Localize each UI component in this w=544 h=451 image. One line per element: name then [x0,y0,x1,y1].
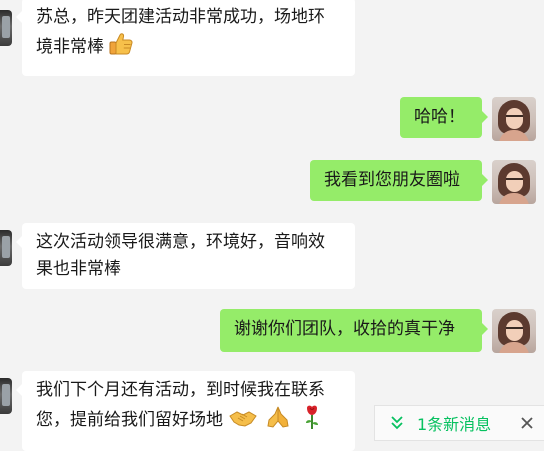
my-avatar[interactable] [492,309,536,353]
message-text: 境非常棒 [36,31,343,66]
message-bubble-received[interactable]: 我们下个月还有活动，到时候我在联系 您，提前给我们留好场地 [16,371,355,451]
close-icon[interactable] [516,412,538,434]
bubble-tail [16,11,22,23]
message-bubble-received[interactable]: 这次活动领导很满意，环境好，音响效 果也非常棒 [16,223,355,289]
message-bubble-sent[interactable]: 哈哈！ [400,97,488,138]
folded-hands-icon [265,404,291,439]
new-message-bar[interactable]: 1条新消息 [374,405,544,441]
bubble-tail [482,111,488,123]
message-text: 果也非常棒 [36,259,121,279]
new-message-label[interactable]: 1条新消息 [417,411,516,435]
bubble-tail [16,384,22,396]
message-text: 谢谢你们团队，收拾的真干净 [234,319,455,339]
my-avatar[interactable] [492,97,536,141]
contact-avatar[interactable] [0,10,12,46]
message-text: 我们下个月还有活动，到时候我在联系 [36,380,325,400]
bubble-tail [16,236,22,248]
contact-avatar[interactable] [0,230,12,266]
message-bubble-sent[interactable]: 我看到您朋友圈啦 [310,160,488,201]
thumbs-up-icon [108,31,134,66]
contact-avatar[interactable] [0,378,12,414]
message-bubble-sent[interactable]: 谢谢你们团队，收拾的真干净 [220,309,488,352]
message-text: 您，提前给我们留好场地 [36,404,343,439]
bubble-tail [482,323,488,335]
handshake-icon [229,406,257,439]
message-text: 我看到您朋友圈啦 [324,170,460,190]
message-text: 这次活动领导很满意，环境好，音响效 [36,232,325,252]
rose-icon [303,404,321,439]
double-chevron-down-icon[interactable] [389,415,405,431]
chat-area: 苏总，昨天团建活动非常成功，场地环 境非常棒 哈哈！ 我看到您朋友圈啦 这次活动… [0,0,544,451]
my-avatar[interactable] [492,160,536,204]
bubble-tail [482,174,488,186]
message-bubble-received[interactable]: 苏总，昨天团建活动非常成功，场地环 境非常棒 [16,0,355,76]
message-text: 苏总，昨天团建活动非常成功，场地环 [36,7,325,27]
message-text: 哈哈！ [414,107,465,127]
